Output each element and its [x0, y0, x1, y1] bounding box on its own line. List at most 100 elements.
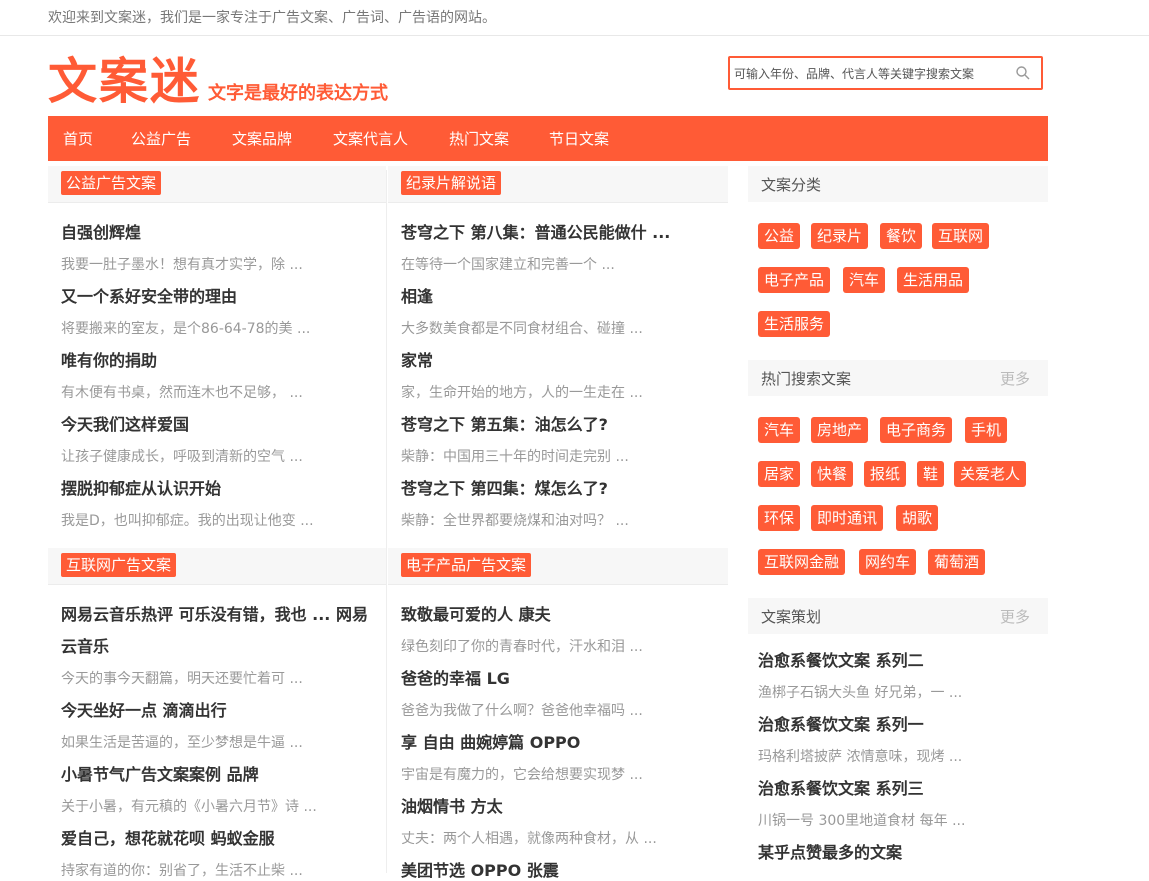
list-item-title[interactable]: 致敬最可爱的人 康夫: [401, 605, 551, 625]
list-item-desc: 让孩子健康成长，呼吸到清新的空气 ...: [61, 449, 303, 465]
list-item-title[interactable]: 苍穹之下 第八集：普通公民能做什 ...: [401, 223, 670, 243]
hot-tag[interactable]: 即时通讯: [811, 505, 884, 531]
hot-tag[interactable]: 报纸: [864, 461, 907, 487]
sidebar-categories-title: 文案分类: [761, 176, 822, 194]
hot-tag[interactable]: 网约车: [859, 549, 917, 575]
list-item-title[interactable]: 苍穹之下 第四集：煤怎么了?: [401, 479, 608, 499]
section-title[interactable]: 电子产品广告文案: [401, 553, 532, 577]
list-item-title[interactable]: 相逢: [401, 287, 433, 307]
section-public-welfare: 公益广告文案 自强创辉煌 我要一肚子墨水！想有真才实学，除 ... 又一个系好安…: [48, 166, 386, 536]
section-title[interactable]: 互联网广告文案: [61, 553, 177, 577]
list-item-desc: 家，生命开始的地方，人的一生走在 ...: [401, 385, 643, 401]
section-header: 纪录片解说语: [388, 166, 728, 203]
list-item-title[interactable]: 自强创辉煌: [61, 223, 141, 243]
category-tag[interactable]: 生活服务: [758, 311, 831, 337]
section-header: 电子产品广告文案: [388, 548, 728, 585]
search-box: [728, 56, 1043, 90]
list-item-title[interactable]: 小暑节气广告文案案例 品牌: [61, 765, 259, 785]
list-item-title[interactable]: 爸爸的幸福 LG: [401, 669, 510, 689]
sidebar-planning-title: 文案策划: [761, 608, 822, 626]
nav-home[interactable]: 首页: [63, 128, 93, 149]
list-item-desc: 如果生活是苦逼的，至少梦想是牛逼 ...: [61, 735, 303, 751]
planning-item-desc: 川锅一号 300里地道食材 每年 ...: [758, 813, 966, 829]
more-link[interactable]: 更多: [1000, 606, 1030, 627]
list-item-title[interactable]: 又一个系好安全带的理由: [61, 287, 237, 307]
section-header: 公益广告文案: [48, 166, 386, 203]
list-item-desc: 丈夫：两个人相遇，就像两种食材，从 ...: [401, 831, 657, 847]
list-item-desc: 将要搬来的室友，是个86-64-78的美 ...: [61, 321, 311, 337]
list-item-title[interactable]: 爱自己，想花就花呗 蚂蚁金服: [61, 829, 275, 849]
planning-item-desc: 玛格利塔披萨 浓情意味，现烤 ...: [758, 749, 963, 765]
more-link[interactable]: 更多: [1000, 368, 1030, 389]
list-item-desc: 关于小暑，有元稹的《小暑六月节》诗 ...: [61, 799, 317, 815]
category-tag[interactable]: 电子产品: [758, 267, 831, 293]
list-item-title[interactable]: 家常: [401, 351, 433, 371]
hot-tag[interactable]: 手机: [965, 417, 1008, 443]
list-item-title[interactable]: 今天我们这样爱国: [61, 415, 189, 435]
list-item-desc: 有木便有书桌，然而连木也不足够， ...: [61, 385, 303, 401]
category-tag[interactable]: 餐饮: [880, 223, 923, 249]
sidebar-categories-header: 文案分类: [748, 166, 1048, 202]
list-item-title[interactable]: 摆脱抑郁症从认识开始: [61, 479, 221, 499]
list-item-title[interactable]: 网易云音乐热评 可乐没有错，我也 ... 网易: [61, 605, 368, 625]
list-item-title[interactable]: 油烟情书 方太: [401, 797, 503, 817]
sidebar-hot-title: 热门搜索文案: [761, 370, 852, 388]
section-header: 互联网广告文案: [48, 548, 386, 585]
planning-item-title[interactable]: 某乎点赞最多的文案: [758, 843, 902, 863]
planning-item-title[interactable]: 治愈系餐饮文案 系列一: [758, 715, 924, 735]
search-input[interactable]: [734, 64, 1014, 84]
list-item-title-cont[interactable]: 云音乐: [61, 637, 109, 657]
category-tag[interactable]: 互联网: [932, 223, 990, 249]
hot-tag[interactable]: 互联网金融: [758, 549, 846, 575]
hot-tag[interactable]: 居家: [758, 461, 801, 487]
list-item-desc: 我是D，也叫抑郁症。我的出现让他变 ...: [61, 513, 314, 529]
nav-hot[interactable]: 热门文案: [449, 128, 509, 149]
welcome-text: 欢迎来到文案迷，我们是一家专注于广告文案、广告词、广告语的网站。: [48, 10, 496, 26]
list-item-desc: 柴静：全世界都要烧煤和油对吗？ ...: [401, 513, 629, 529]
section-electronics: 电子产品广告文案 致敬最可爱的人 康夫 绿色刻印了你的青春时代，汗水和泪 ...…: [388, 548, 728, 880]
section-title[interactable]: 公益广告文案: [61, 171, 162, 195]
hot-tag[interactable]: 汽车: [758, 417, 801, 443]
category-tag[interactable]: 纪录片: [811, 223, 869, 249]
list-item-desc: 宇宙是有魔力的，它会给想要实现梦 ...: [401, 767, 643, 783]
hot-tag[interactable]: 环保: [758, 505, 801, 531]
search-icon[interactable]: [1015, 65, 1031, 81]
list-item-desc: 持家有道的你：别省了，生活不止柴 ...: [61, 863, 303, 879]
nav-spokespersons[interactable]: 文案代言人: [333, 128, 408, 149]
site-logo[interactable]: 文案迷: [48, 52, 201, 112]
planning-item-title[interactable]: 治愈系餐饮文案 系列二: [758, 651, 924, 671]
planning-item-desc: 渔梆子石锅大头鱼 好兄弟，一 ...: [758, 685, 963, 701]
main-nav: 首页 公益广告 文案品牌 文案代言人 热门文案 节日文案: [48, 116, 1048, 161]
category-tag[interactable]: 汽车: [843, 267, 886, 293]
nav-public-welfare[interactable]: 公益广告: [131, 128, 191, 149]
nav-festival[interactable]: 节日文案: [549, 128, 609, 149]
list-item-desc: 爸爸为我做了什么啊？爸爸他幸福吗 ...: [401, 703, 643, 719]
list-item-title[interactable]: 苍穹之下 第五集：油怎么了?: [401, 415, 608, 435]
category-tag[interactable]: 公益: [758, 223, 801, 249]
list-item-desc: 今天的事今天翻篇，明天还要忙着可 ...: [61, 671, 303, 687]
list-item-title[interactable]: 享 自由 曲婉婷篇 OPPO: [401, 733, 580, 753]
list-item-desc: 大多数美食都是不同食材组合、碰撞 ...: [401, 321, 643, 337]
category-tag[interactable]: 生活用品: [897, 267, 970, 293]
list-item-title[interactable]: 唯有你的捐助: [61, 351, 157, 371]
hot-tag[interactable]: 快餐: [811, 461, 854, 487]
planning-item-title[interactable]: 治愈系餐饮文案 系列三: [758, 779, 924, 799]
top-bar: 欢迎来到文案迷，我们是一家专注于广告文案、广告词、广告语的网站。: [0, 0, 1149, 36]
nav-brands[interactable]: 文案品牌: [232, 128, 292, 149]
hot-tag[interactable]: 葡萄酒: [928, 549, 986, 575]
hot-tag[interactable]: 关爱老人: [954, 461, 1027, 487]
list-item-title[interactable]: 美团节选 OPPO 张震: [401, 861, 559, 881]
list-item-desc: 我要一肚子墨水！想有真才实学，除 ...: [61, 257, 303, 273]
list-item-desc: 柴静：中国用三十年的时间走完别 ...: [401, 449, 629, 465]
hot-tag[interactable]: 电子商务: [880, 417, 953, 443]
hot-tag[interactable]: 鞋: [917, 461, 945, 487]
sidebar-planning-header: 文案策划 更多: [748, 598, 1048, 634]
section-title[interactable]: 纪录片解说语: [401, 171, 502, 195]
section-documentary: 纪录片解说语 苍穹之下 第八集：普通公民能做什 ... 在等待一个国家建立和完善…: [388, 166, 728, 536]
sidebar-hot-header: 热门搜索文案 更多: [748, 360, 1048, 396]
list-item-title[interactable]: 今天坐好一点 滴滴出行: [61, 701, 227, 721]
section-internet: 互联网广告文案 网易云音乐热评 可乐没有错，我也 ... 网易 云音乐 今天的事…: [48, 548, 386, 879]
list-item-desc: 在等待一个国家建立和完善一个 ...: [401, 257, 615, 273]
hot-tag[interactable]: 胡歌: [896, 505, 939, 531]
hot-tag[interactable]: 房地产: [811, 417, 869, 443]
